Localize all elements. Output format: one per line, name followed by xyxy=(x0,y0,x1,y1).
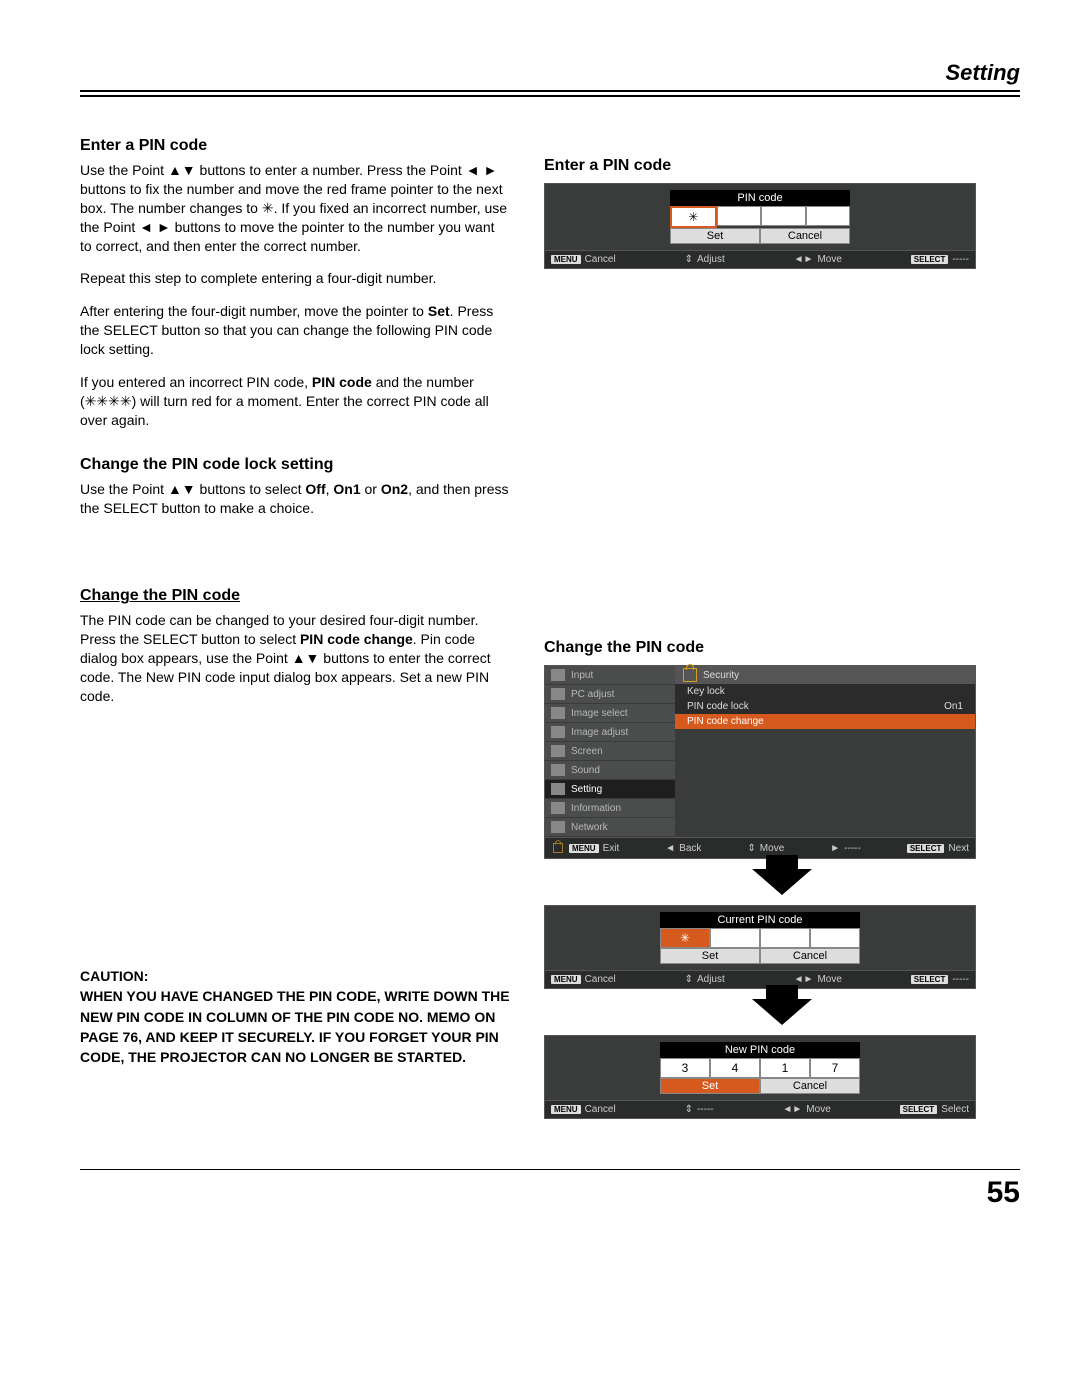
para-change-pin: The PIN code can be changed to your desi… xyxy=(80,611,510,705)
row-key-lock[interactable]: Key lock xyxy=(675,684,975,699)
nav-bar-current: MENUCancel ⇕Adjust ◄►Move SELECT----- xyxy=(545,970,975,988)
set-button[interactable]: Set xyxy=(670,228,760,244)
setting-icon xyxy=(551,783,565,795)
menu-item-input[interactable]: Input xyxy=(545,666,675,685)
arrow-down-icon xyxy=(752,999,812,1025)
select-tag-icon: SELECT xyxy=(907,844,945,853)
menu-main-panel: Security Key lock PIN code lockOn1 PIN c… xyxy=(675,666,975,837)
pin-digit-4[interactable] xyxy=(806,206,851,226)
pin-digit-2[interactable] xyxy=(717,206,762,226)
new-pin-digit-2[interactable]: 4 xyxy=(710,1058,760,1078)
updown-icon: ⇕ xyxy=(685,974,693,985)
menu-tag-icon: MENU xyxy=(551,255,581,264)
cancel-button[interactable]: Cancel xyxy=(760,1078,860,1094)
select-tag-icon: SELECT xyxy=(911,255,949,264)
menu-item-image-adjust[interactable]: Image adjust xyxy=(545,723,675,742)
select-tag-icon: SELECT xyxy=(900,1105,938,1114)
osd-new-pin: New PIN code 3 4 1 7 Set Cancel MENUCanc… xyxy=(544,1035,976,1119)
information-icon xyxy=(551,802,565,814)
heading-change-pin: Change the PIN code xyxy=(80,587,510,605)
set-button[interactable]: Set xyxy=(660,948,760,964)
cur-pin-digit-2[interactable] xyxy=(710,928,760,948)
footer-rule xyxy=(80,1169,1020,1170)
new-pin-digit-4[interactable]: 7 xyxy=(810,1058,860,1078)
left-column: Enter a PIN code Use the Point ▲▼ button… xyxy=(80,137,510,1119)
para-change-lock: Use the Point ▲▼ buttons to select Off, … xyxy=(80,480,510,518)
pin-digit-1[interactable]: ✳ xyxy=(670,206,717,228)
heading-enter-pin: Enter a PIN code xyxy=(80,137,510,155)
screen-icon xyxy=(551,745,565,757)
nav-bar: MENUCancel ⇕Adjust ◄►Move SELECT----- xyxy=(545,250,975,268)
lock-icon xyxy=(553,843,563,853)
menu-tag-icon: MENU xyxy=(551,975,581,984)
osd-enter-pin: PIN code ✳ Set Cancel MENUCancel ⇕Adjust… xyxy=(544,183,976,269)
menu-item-pc-adjust[interactable]: PC adjust xyxy=(545,685,675,704)
updown-icon: ⇕ xyxy=(685,1104,693,1115)
cancel-button[interactable]: Cancel xyxy=(760,948,860,964)
menu-item-screen[interactable]: Screen xyxy=(545,742,675,761)
menu-item-setting[interactable]: Setting xyxy=(545,780,675,799)
nav-bar-menu: MENUExit ◄Back ⇕Move ►----- SELECTNext xyxy=(545,837,975,858)
para-enter-pin-3: After entering the four-digit number, mo… xyxy=(80,302,510,359)
caution-block: CAUTION: WHEN YOU HAVE CHANGED THE PIN C… xyxy=(80,966,510,1067)
para-enter-pin-2: Repeat this step to complete entering a … xyxy=(80,269,510,288)
heading-enter-pin-osd: Enter a PIN code xyxy=(544,157,1020,175)
input-icon xyxy=(551,669,565,681)
header-section: Setting xyxy=(80,60,1020,86)
page-number: 55 xyxy=(80,1176,1020,1210)
menu-tag-icon: MENU xyxy=(569,844,599,853)
back-icon: ◄ xyxy=(665,843,675,854)
header-rule xyxy=(80,90,1020,97)
cancel-button[interactable]: Cancel xyxy=(760,228,850,244)
image-select-icon xyxy=(551,707,565,719)
leftright-icon: ◄► xyxy=(794,254,814,265)
menu-item-sound[interactable]: Sound xyxy=(545,761,675,780)
arrow-down-icon xyxy=(752,869,812,895)
pin-title: PIN code xyxy=(670,190,850,206)
current-pin-title: Current PIN code xyxy=(660,912,860,928)
para-enter-pin-4: If you entered an incorrect PIN code, PI… xyxy=(80,373,510,430)
new-pin-digit-1[interactable]: 3 xyxy=(660,1058,710,1078)
menu-sidebar: Input PC adjust Image select Image adjus… xyxy=(545,666,675,837)
security-header: Security xyxy=(675,666,975,684)
para-enter-pin-1: Use the Point ▲▼ buttons to enter a numb… xyxy=(80,161,510,255)
nav-bar-new: MENUCancel ⇕----- ◄►Move SELECTSelect xyxy=(545,1100,975,1118)
network-icon xyxy=(551,821,565,833)
heading-change-pin-osd: Change the PIN code xyxy=(544,639,1020,657)
cur-pin-digit-1[interactable]: ✳ xyxy=(660,928,710,948)
leftright-icon: ◄► xyxy=(783,1104,803,1115)
image-adjust-icon xyxy=(551,726,565,738)
row-pin-code-lock[interactable]: PIN code lockOn1 xyxy=(675,699,975,714)
updown-icon: ⇕ xyxy=(747,843,755,854)
caution-body: WHEN YOU HAVE CHANGED THE PIN CODE, WRIT… xyxy=(80,986,510,1067)
osd-menu: Input PC adjust Image select Image adjus… xyxy=(544,665,976,859)
new-pin-title: New PIN code xyxy=(660,1042,860,1058)
updown-icon: ⇕ xyxy=(685,254,693,265)
set-button[interactable]: Set xyxy=(660,1078,760,1094)
menu-tag-icon: MENU xyxy=(551,1105,581,1114)
cur-pin-digit-3[interactable] xyxy=(760,928,810,948)
caution-label: CAUTION: xyxy=(80,966,510,986)
sound-icon xyxy=(551,764,565,776)
new-pin-digit-3[interactable]: 1 xyxy=(760,1058,810,1078)
menu-item-image-select[interactable]: Image select xyxy=(545,704,675,723)
row-pin-code-change[interactable]: PIN code change xyxy=(675,714,975,729)
cur-pin-digit-4[interactable] xyxy=(810,928,860,948)
leftright-icon: ◄► xyxy=(794,974,814,985)
heading-change-lock: Change the PIN code lock setting xyxy=(80,456,510,474)
pin-boxes: ✳ xyxy=(670,206,850,228)
osd-current-pin: Current PIN code ✳ Set Cancel MENUCancel… xyxy=(544,905,976,989)
lock-icon xyxy=(683,668,697,682)
next-icon: ► xyxy=(830,843,840,854)
pc-adjust-icon xyxy=(551,688,565,700)
select-tag-icon: SELECT xyxy=(911,975,949,984)
right-column: Enter a PIN code PIN code ✳ Set Cancel M… xyxy=(544,137,1020,1119)
pin-digit-3[interactable] xyxy=(761,206,806,226)
menu-item-information[interactable]: Information xyxy=(545,799,675,818)
menu-item-network[interactable]: Network xyxy=(545,818,675,837)
